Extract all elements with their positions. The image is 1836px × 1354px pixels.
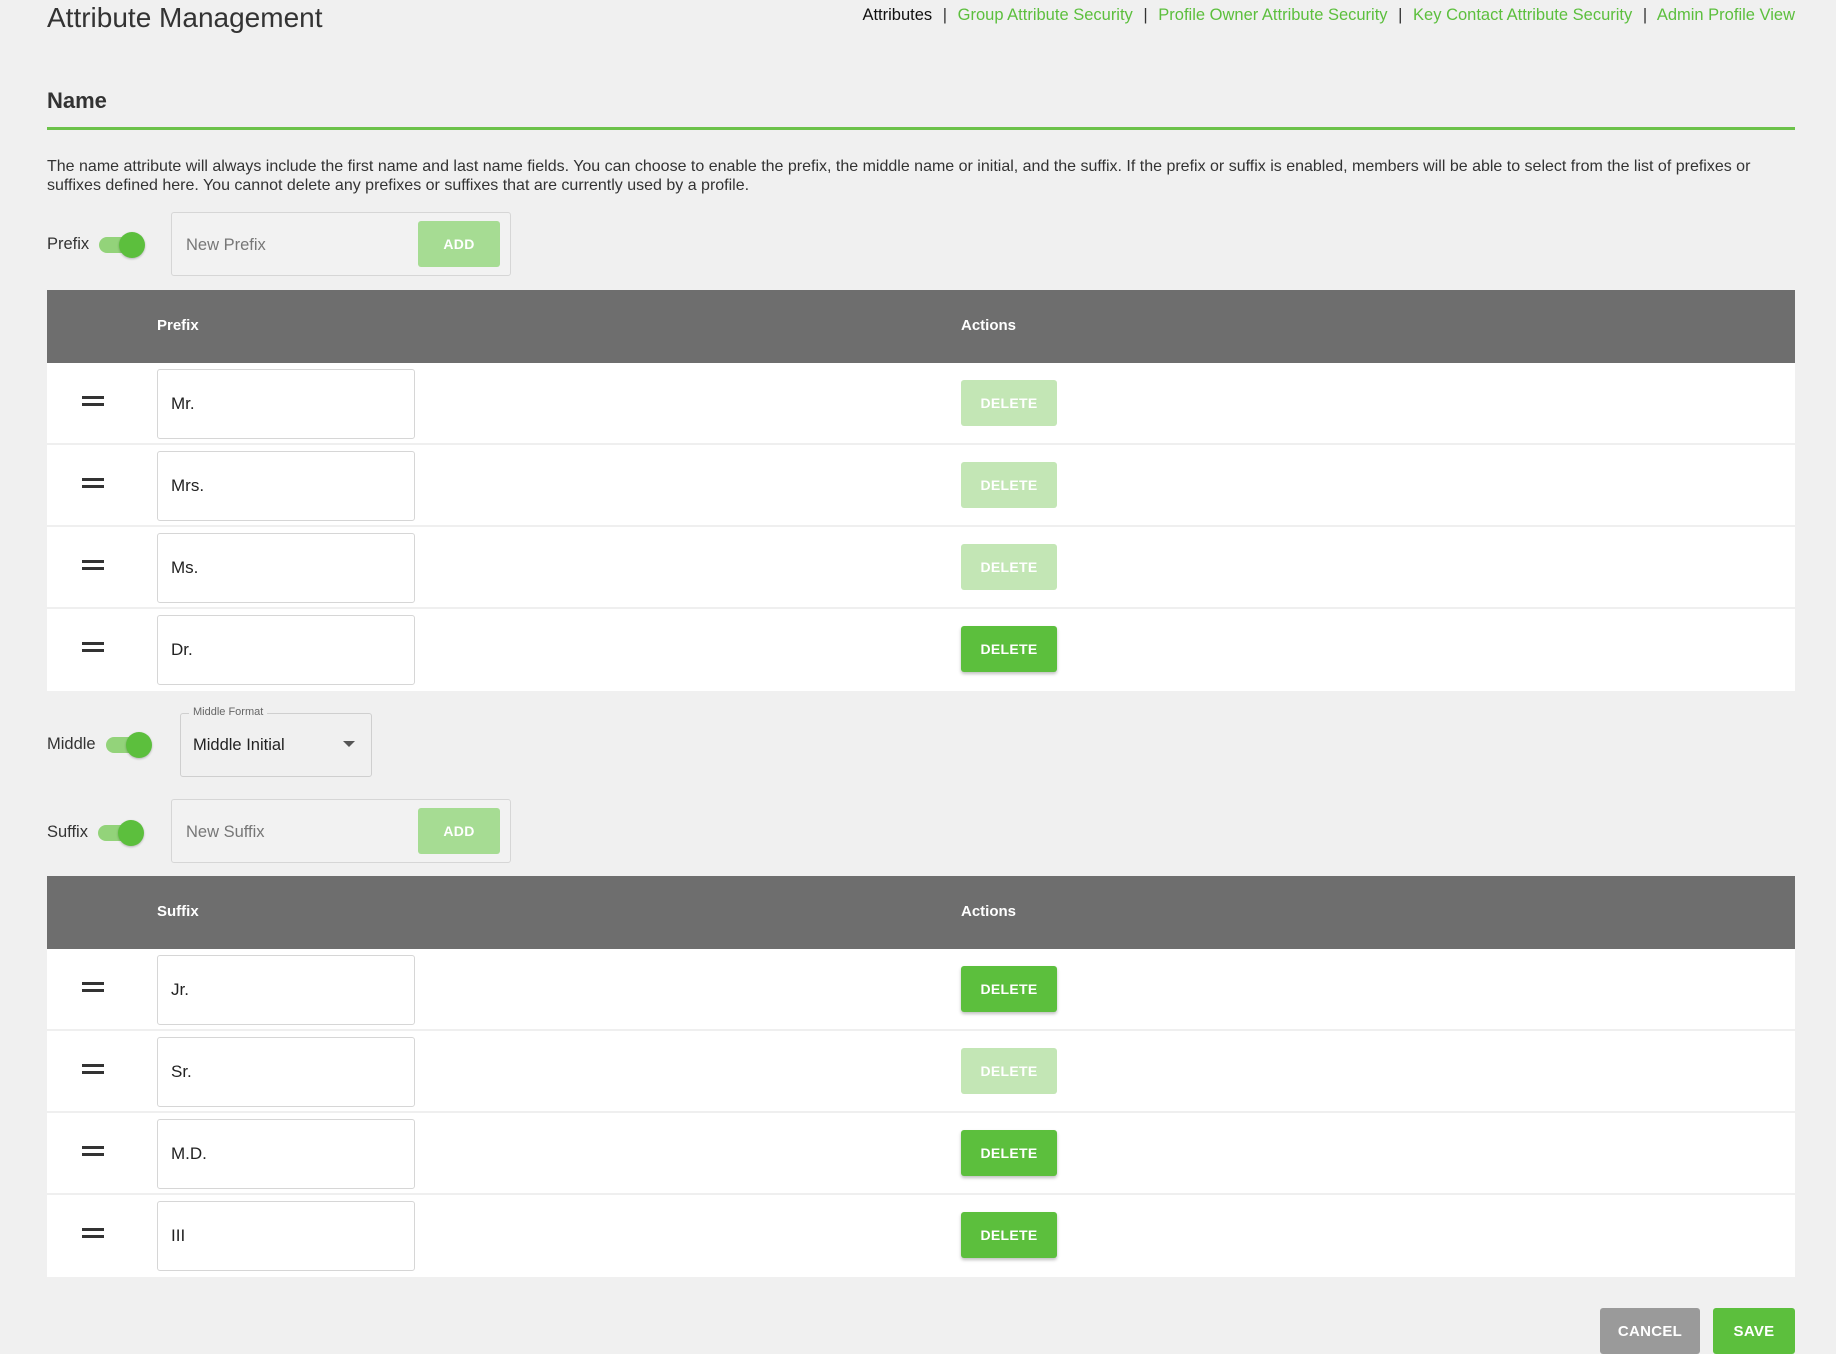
drag-handle-icon[interactable] (82, 982, 104, 994)
suffix-toggle-row: Suffix (47, 820, 144, 846)
table-row: DELETE (47, 527, 1795, 609)
new-prefix-box: ADD (171, 212, 511, 276)
drag-handle-icon[interactable] (82, 560, 104, 572)
nav-separator: | (1143, 6, 1148, 24)
middle-toggle[interactable] (105, 732, 152, 758)
column-header-actions: Actions (961, 317, 1017, 334)
prefix-toggle[interactable] (99, 232, 146, 258)
prefix-value-input[interactable] (157, 369, 415, 439)
delete-button[interactable]: DELETE (961, 1130, 1057, 1176)
drag-handle-icon[interactable] (82, 396, 104, 408)
middle-format-select[interactable]: Middle Format Middle Initial (180, 706, 372, 777)
prefix-table: Prefix Actions DELETE DELETE DELETE DELE… (47, 290, 1795, 691)
middle-format-value: Middle Initial (193, 736, 285, 754)
table-row: DELETE (47, 1195, 1795, 1277)
nav-separator: | (1398, 6, 1403, 24)
drag-handle-icon[interactable] (82, 642, 104, 654)
prefix-table-header: Prefix Actions (47, 290, 1795, 363)
chevron-down-icon (343, 741, 355, 747)
prefix-toggle-label: Prefix (47, 234, 90, 253)
nav-link-attributes[interactable]: Attributes (862, 6, 932, 24)
top-bar: Attribute Management Attributes | Group … (47, 0, 1795, 52)
table-row: DELETE (47, 363, 1795, 445)
add-prefix-button[interactable]: ADD (418, 221, 500, 267)
prefix-toggle-row: Prefix (47, 232, 146, 258)
suffix-toggle-label: Suffix (47, 822, 88, 841)
column-header-suffix: Suffix (157, 903, 199, 920)
prefix-value-input[interactable] (157, 533, 415, 603)
nav-link-key-contact-attribute-security[interactable]: Key Contact Attribute Security (1413, 6, 1632, 24)
toggle-knob (125, 732, 152, 758)
page-title: Attribute Management (47, 2, 323, 33)
delete-button[interactable]: DELETE (961, 380, 1057, 426)
column-header-prefix: Prefix (157, 317, 199, 334)
suffix-value-input[interactable] (157, 955, 415, 1025)
delete-button[interactable]: DELETE (961, 626, 1057, 672)
drag-handle-icon[interactable] (82, 1064, 104, 1076)
middle-toggle-label: Middle (47, 734, 96, 753)
drag-handle-icon[interactable] (82, 1146, 104, 1158)
delete-button[interactable]: DELETE (961, 544, 1057, 590)
suffix-value-input[interactable] (157, 1037, 415, 1107)
top-navigation: Attributes | Group Attribute Security | … (862, 6, 1795, 25)
nav-link-profile-owner-attribute-security[interactable]: Profile Owner Attribute Security (1158, 6, 1387, 24)
new-prefix-input[interactable] (184, 231, 398, 259)
section-description: The name attribute will always include t… (47, 158, 1751, 194)
nav-separator: | (1642, 6, 1648, 24)
middle-toggle-row: Middle (47, 732, 152, 758)
drag-handle-icon[interactable] (82, 1228, 104, 1240)
prefix-value-input[interactable] (157, 615, 415, 685)
suffix-toggle[interactable] (97, 820, 144, 846)
toggle-knob (119, 232, 146, 258)
table-row: DELETE (47, 609, 1795, 691)
new-suffix-input[interactable] (184, 818, 398, 846)
cancel-button[interactable]: CANCEL (1600, 1308, 1700, 1354)
table-row: DELETE (47, 949, 1795, 1031)
suffix-value-input[interactable] (157, 1119, 415, 1189)
nav-link-group-attribute-security[interactable]: Group Attribute Security (958, 6, 1133, 24)
suffix-table-header: Suffix Actions (47, 876, 1795, 949)
new-suffix-box: ADD (171, 799, 511, 863)
drag-handle-icon[interactable] (82, 478, 104, 490)
section-title: Name (47, 88, 107, 113)
attribute-management-page: Attribute Management Attributes | Group … (47, 0, 1795, 1277)
toggle-knob (117, 820, 144, 846)
suffix-value-input[interactable] (157, 1201, 415, 1271)
table-row: DELETE (47, 1031, 1795, 1113)
section-divider (47, 127, 1795, 130)
nav-separator: | (942, 6, 948, 24)
table-row: DELETE (47, 1113, 1795, 1195)
add-suffix-button[interactable]: ADD (418, 808, 500, 854)
delete-button[interactable]: DELETE (961, 1212, 1057, 1258)
suffix-table: Suffix Actions DELETE DELETE DELETE DELE… (47, 876, 1795, 1277)
table-row: DELETE (47, 445, 1795, 527)
column-header-actions: Actions (961, 903, 1017, 920)
delete-button[interactable]: DELETE (961, 1048, 1057, 1094)
nav-link-admin-profile-view[interactable]: Admin Profile View (1657, 6, 1795, 24)
delete-button[interactable]: DELETE (961, 462, 1057, 508)
middle-format-label: Middle Format (189, 706, 268, 718)
delete-button[interactable]: DELETE (961, 966, 1057, 1012)
prefix-value-input[interactable] (157, 451, 415, 521)
save-button[interactable]: SAVE (1713, 1308, 1795, 1354)
